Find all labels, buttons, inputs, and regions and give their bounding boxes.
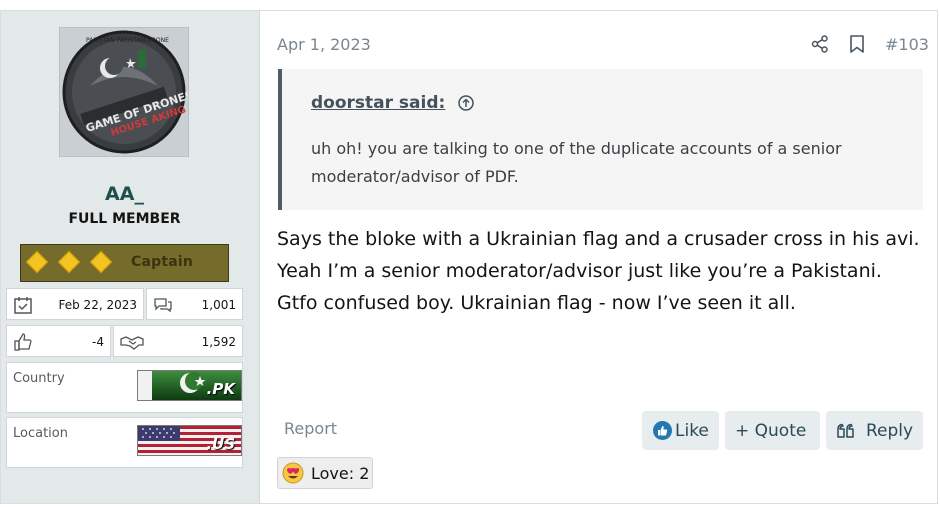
quote-author-link[interactable]: doorstar said:: [311, 93, 445, 113]
reaction-score-stat: -4: [6, 325, 111, 357]
thumbs-up-icon: [14, 333, 32, 351]
post-date-link[interactable]: Apr 1, 2023: [277, 35, 371, 54]
avatar[interactable]: GAME OF DRONES HOUSE AKING PAKISTAN PAKI…: [59, 27, 189, 157]
joined-stat: Feb 22, 2023: [6, 288, 144, 320]
country-label: Country: [13, 371, 65, 386]
reply-quote-icon: [837, 423, 854, 438]
reply-label: Reply: [866, 421, 914, 441]
rank-banner: Captain: [20, 244, 229, 282]
pakistan-flag-icon: .PK: [137, 370, 242, 401]
messages-count: 1,001: [201, 298, 236, 312]
quote-label: + Quote: [735, 421, 807, 441]
report-link[interactable]: Report: [284, 419, 337, 438]
top-spacer: [0, 0, 940, 10]
like-label: Like: [675, 421, 709, 441]
quote-button[interactable]: + Quote: [725, 411, 820, 450]
reactions-bar[interactable]: Love: 2: [277, 457, 373, 489]
reply-button[interactable]: Reply: [826, 411, 923, 450]
post-number-link[interactable]: #103: [885, 35, 929, 54]
avatar-top-text: PAKISTAN PAKISTAN DRONE: [86, 37, 169, 44]
points-count: 1,592: [201, 335, 236, 349]
location-label: Location: [13, 426, 68, 441]
like-button[interactable]: Like: [642, 411, 719, 450]
rank-star-icon: [89, 250, 113, 274]
handshake-icon: [120, 336, 144, 350]
country-field: Country .PK: [6, 362, 243, 413]
rank-star-icon: [25, 250, 49, 274]
reactions-summary: Love: 2: [311, 464, 370, 483]
messages-stat: 1,001: [146, 288, 243, 320]
share-icon[interactable]: [811, 35, 829, 53]
username[interactable]: AA_: [1, 183, 248, 205]
rank-label: Captain: [131, 254, 194, 270]
bookmark-icon[interactable]: [849, 35, 865, 53]
usa-flag-icon: .US: [137, 425, 242, 456]
message-body: Says the bloke with a Ukrainian flag and…: [277, 228, 920, 314]
calendar-check-icon: [14, 297, 32, 314]
country-code: .PK: [206, 380, 235, 398]
location-field: Location .US: [6, 417, 243, 468]
comments-icon: [154, 298, 172, 313]
like-icon: [653, 421, 672, 440]
reaction-score: -4: [92, 335, 104, 349]
points-stat: 1,592: [113, 325, 243, 357]
avatar-image: GAME OF DRONES HOUSE AKING PAKISTAN PAKI…: [60, 28, 188, 156]
user-panel: GAME OF DRONES HOUSE AKING PAKISTAN PAKI…: [1, 11, 260, 503]
quote-block: doorstar said: uh oh! you are talking to…: [278, 69, 923, 210]
arrow-circle-up-icon[interactable]: [458, 95, 474, 111]
love-emoji-icon: [282, 462, 304, 484]
rank-star-icon: [57, 250, 81, 274]
joined-date: Feb 22, 2023: [58, 298, 138, 312]
message-post: GAME OF DRONES HOUSE AKING PAKISTAN PAKI…: [0, 10, 938, 504]
location-code: .US: [206, 435, 235, 453]
user-title: FULL MEMBER: [68, 211, 181, 227]
quote-text: uh oh! you are talking to one of the dup…: [311, 139, 842, 186]
